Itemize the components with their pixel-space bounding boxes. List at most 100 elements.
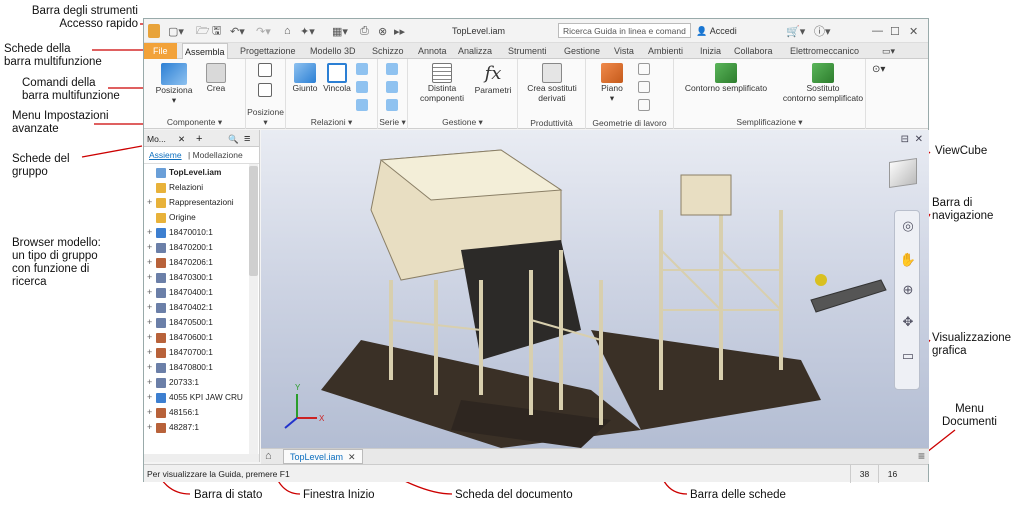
minimize-icon[interactable]: —: [872, 23, 883, 39]
browser-tab-close-icon[interactable]: ✕: [178, 132, 185, 146]
tree-node[interactable]: +18470010:1: [147, 225, 213, 240]
tree-node[interactable]: Relazioni: [147, 180, 203, 195]
expand-icon[interactable]: +: [147, 405, 156, 420]
tree-node[interactable]: +18470800:1: [147, 360, 213, 375]
cart-icon[interactable]: 🛒▾: [786, 23, 805, 39]
save-icon[interactable]: 🖫: [212, 23, 221, 39]
giunto-button[interactable]: Giunto: [290, 63, 320, 93]
select-icon[interactable]: ✦▾: [300, 23, 315, 39]
tab-ambienti[interactable]: Ambienti: [646, 43, 685, 59]
distinta-componenti-button[interactable]: Distinta componenti: [414, 63, 470, 103]
advanced-settings-menu-icon[interactable]: ≡: [244, 132, 250, 146]
expand-icon[interactable]: +: [147, 285, 156, 300]
tree-node[interactable]: +4055 KPI JAW CRU: [147, 390, 243, 405]
sign-in-button[interactable]: 👤 Accedi: [696, 23, 737, 39]
tree-node[interactable]: +18470300:1: [147, 270, 213, 285]
mode-tab-modellazione[interactable]: | Modellazione: [188, 150, 243, 160]
document-menu-icon[interactable]: ≡: [918, 449, 925, 463]
move-icon[interactable]: [258, 63, 272, 77]
ucs-icon[interactable]: [638, 99, 650, 111]
group-label-gestione[interactable]: Gestione ▾: [408, 117, 517, 128]
measure-icon[interactable]: ▦▾: [332, 23, 348, 39]
add-browser-tab-icon[interactable]: +: [196, 132, 202, 146]
orbit-icon[interactable]: ✥: [899, 313, 917, 331]
axis-icon[interactable]: [638, 63, 650, 75]
group-label-semplificazione[interactable]: Semplificazione ▾: [674, 117, 865, 128]
expand-icon[interactable]: +: [147, 300, 156, 315]
mirror-icon[interactable]: [386, 81, 398, 93]
help-icon[interactable]: ⓘ▾: [814, 23, 831, 39]
rotate-icon[interactable]: [258, 83, 272, 97]
posiziona-button[interactable]: Posiziona ▾: [152, 63, 196, 105]
point-icon[interactable]: [638, 81, 650, 93]
tab-file[interactable]: File: [144, 43, 177, 59]
tree-node[interactable]: +18470402:1: [147, 300, 213, 315]
new-icon[interactable]: ▢▾: [168, 23, 184, 39]
pattern-icon[interactable]: [386, 63, 398, 75]
document-tab[interactable]: TopLevel.iam ✕: [283, 449, 363, 464]
tab-collabora[interactable]: Collabora: [732, 43, 775, 59]
group-label-componente[interactable]: Componente ▾: [144, 117, 245, 128]
expand-icon[interactable]: +: [147, 375, 156, 390]
contorno-semplificato-button[interactable]: Contorno semplificato: [678, 63, 774, 93]
more-icon[interactable]: ▸▸: [394, 23, 405, 39]
print-icon[interactable]: ⎙: [360, 23, 369, 39]
crea-sostituti-button[interactable]: Crea sostituti derivati: [522, 63, 582, 103]
tree-node[interactable]: +48156:1: [147, 405, 199, 420]
tree-node[interactable]: +48287:1: [147, 420, 199, 435]
document-tab-close-icon[interactable]: ✕: [348, 452, 356, 462]
tree-node[interactable]: Origine: [147, 210, 196, 225]
tree-node[interactable]: +18470500:1: [147, 315, 213, 330]
tab-inizia[interactable]: Inizia: [698, 43, 723, 59]
expand-icon[interactable]: +: [147, 195, 156, 210]
undo-icon[interactable]: ↶▾: [230, 23, 245, 39]
search-icon[interactable]: 🔍: [228, 132, 239, 146]
expand-icon[interactable]: +: [147, 255, 156, 270]
crea-button[interactable]: Crea: [200, 63, 232, 93]
browser-scrollbar[interactable]: [249, 164, 258, 454]
ribbon-display-toggle[interactable]: ▭▾: [880, 43, 897, 59]
expand-icon[interactable]: +: [147, 345, 156, 360]
sostituto-contorno-button[interactable]: Sostituto contorno semplificato: [778, 63, 868, 103]
browser-tab-model[interactable]: Mo...: [147, 132, 166, 146]
group-label-posizione[interactable]: Posizione ▾: [246, 107, 285, 128]
tab-strumenti[interactable]: Strumenti: [506, 43, 549, 59]
zoom-icon[interactable]: ⊕: [899, 281, 917, 299]
expand-icon[interactable]: +: [147, 240, 156, 255]
redo-icon[interactable]: ↷▾: [256, 23, 271, 39]
tab-elettromeccanico[interactable]: Elettromeccanico: [788, 43, 861, 59]
copy-icon[interactable]: [386, 99, 398, 111]
maximize-icon[interactable]: ☐: [890, 23, 900, 39]
tab-vista[interactable]: Vista: [612, 43, 636, 59]
tab-modello-3d[interactable]: Modello 3D: [308, 43, 358, 59]
expand-icon[interactable]: +: [147, 390, 156, 405]
tab-progettazione[interactable]: Progettazione: [238, 43, 298, 59]
viewcube[interactable]: [889, 158, 917, 188]
expand-icon[interactable]: +: [147, 330, 156, 345]
piano-button[interactable]: Piano ▾: [592, 63, 632, 103]
home-icon[interactable]: ⌂: [265, 450, 272, 462]
tree-node[interactable]: + Rappresentazioni: [147, 195, 234, 210]
expand-icon[interactable]: +: [147, 270, 156, 285]
mode-tab-assieme[interactable]: Assieme: [149, 150, 182, 160]
tab-annota[interactable]: Annota: [416, 43, 449, 59]
scrollbar-thumb[interactable]: [249, 166, 258, 276]
graphics-window[interactable]: ⊟ ✕ Y X ◎ ✋ ⊕ ✥ ▭: [261, 130, 929, 448]
expand-icon[interactable]: +: [147, 315, 156, 330]
expand-icon[interactable]: +: [147, 360, 156, 375]
expand-icon[interactable]: +: [147, 420, 156, 435]
tree-node[interactable]: +18470206:1: [147, 255, 213, 270]
steering-wheel-icon[interactable]: ◎: [899, 217, 917, 235]
tree-root-node[interactable]: TopLevel.iam: [147, 165, 221, 180]
help-search-input[interactable]: Ricerca Guida in linea e comand: [558, 23, 691, 38]
expand-icon[interactable]: +: [147, 225, 156, 240]
tree-node[interactable]: +20733:1: [147, 375, 199, 390]
app-icon[interactable]: [148, 23, 160, 39]
tree-node[interactable]: +18470400:1: [147, 285, 213, 300]
pan-icon[interactable]: ✋: [899, 251, 917, 269]
open-icon[interactable]: 🗁: [196, 23, 210, 39]
tree-node[interactable]: +18470200:1: [147, 240, 213, 255]
tab-assembla[interactable]: Assembla: [182, 43, 228, 59]
look-at-icon[interactable]: ▭: [899, 347, 917, 365]
group-label-serie[interactable]: Serie ▾: [378, 117, 407, 128]
